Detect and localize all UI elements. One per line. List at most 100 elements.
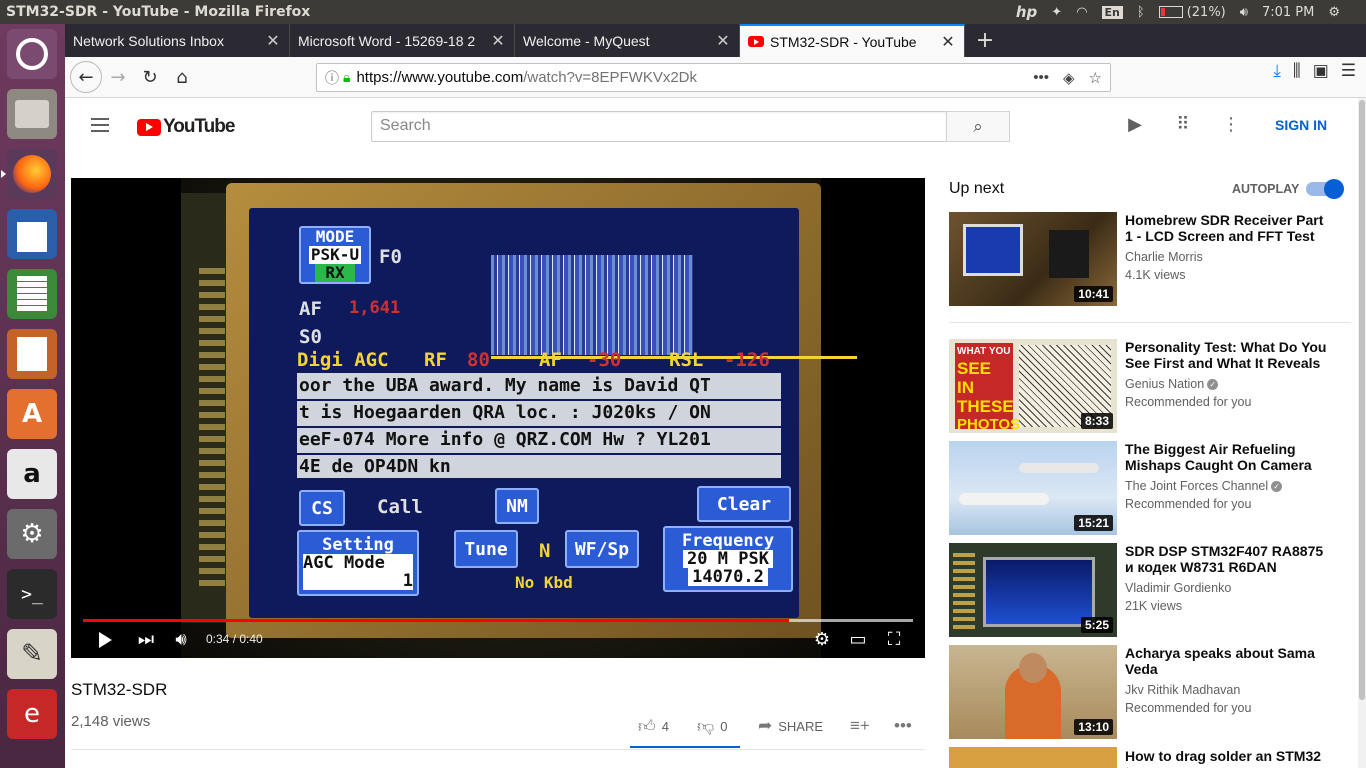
share-button[interactable]: ➦ SHARE: [758, 716, 823, 736]
video-title[interactable]: SDR DSP STM32F407 RA8875 и кодек W8731 R…: [1125, 543, 1335, 575]
dislike-button[interactable]: 👎︎ 0: [697, 716, 728, 737]
download-icon[interactable]: ⤓: [1273, 61, 1281, 81]
power-gear-icon[interactable]: ⚙: [1328, 5, 1340, 20]
video-thumbnail[interactable]: 15:21: [949, 441, 1117, 535]
library-icon[interactable]: ⫼: [1293, 61, 1301, 81]
youtube-logo[interactable]: YouTube: [137, 116, 235, 138]
close-tab-icon[interactable]: ✕: [715, 31, 731, 51]
close-tab-icon[interactable]: ✕: [265, 31, 281, 51]
video-meta: Recommended for you: [1125, 701, 1252, 715]
video-thumbnail[interactable]: WHAT YOU SEE IN THESE PHOTOS 8:33: [949, 339, 1117, 433]
keyboard-language-indicator[interactable]: En: [1101, 5, 1123, 19]
app-icon[interactable]: e: [7, 689, 57, 739]
video-duration: 5:25: [1080, 617, 1113, 633]
lcd-decoded-text-box: oor the UBA award. My name is David QT t…: [297, 373, 781, 478]
volume-icon[interactable]: 🔊︎: [168, 629, 194, 650]
libreoffice-impress-icon[interactable]: [7, 329, 57, 379]
tab-myquest[interactable]: Welcome - MyQuest ✕: [515, 24, 740, 57]
home-icon[interactable]: ⌂: [166, 61, 198, 93]
play-icon[interactable]: [99, 632, 112, 648]
sidebar-toggle-icon[interactable]: ▣: [1313, 61, 1329, 81]
pocket-icon[interactable]: ◈: [1063, 69, 1075, 87]
close-tab-icon[interactable]: ✕: [940, 32, 956, 52]
search-input[interactable]: Search: [371, 111, 947, 142]
video-title[interactable]: Homebrew SDR Receiver Part 1 - LCD Scree…: [1125, 212, 1335, 244]
site-info-icon[interactable]: ⓘ: [325, 68, 339, 88]
search-button[interactable]: ⌕: [946, 111, 1010, 142]
bookmark-star-icon[interactable]: ☆: [1089, 69, 1102, 87]
like-button[interactable]: 👍︎ 4: [638, 716, 669, 737]
hp-icon[interactable]: hp: [1016, 3, 1037, 21]
up-next-video[interactable]: 13:10 Acharya speaks about Sama Veda Jkv…: [949, 645, 1359, 739]
tab-youtube[interactable]: STM32-SDR - YouTube ✕: [740, 24, 965, 57]
tab-network-solutions[interactable]: Network Solutions Inbox ✕: [65, 24, 290, 57]
like-count: 4: [661, 719, 669, 734]
bluetooth-icon[interactable]: ᛒ: [1137, 5, 1145, 20]
new-tab-plus-icon[interactable]: +: [965, 24, 1005, 57]
channel-name[interactable]: Vladimir Gordienko: [1125, 581, 1231, 595]
thumbnail-board-image: [1049, 230, 1089, 278]
video-title[interactable]: The Biggest Air Refueling Mishaps Caught…: [1125, 441, 1335, 473]
video-progress-bar[interactable]: [83, 619, 913, 622]
reload-icon[interactable]: ↻: [134, 61, 166, 93]
next-video-icon[interactable]: ⏭︎: [133, 629, 159, 650]
video-thumbnail[interactable]: 5:25: [949, 543, 1117, 637]
autoplay-toggle[interactable]: [1306, 179, 1344, 199]
ubuntu-dash-icon[interactable]: [7, 29, 57, 79]
up-next-video[interactable]: WHAT YOU SEE IN THESE PHOTOS 8:33 Person…: [949, 339, 1359, 433]
video-thumbnail[interactable]: 10:41: [949, 212, 1117, 306]
page-actions-ellipsis-icon[interactable]: •••: [1033, 69, 1049, 87]
apps-grid-icon[interactable]: ⠿: [1171, 114, 1195, 135]
channel-name[interactable]: The Joint Forces Channel ✓: [1125, 479, 1283, 493]
theater-mode-icon[interactable]: ▭: [845, 629, 871, 650]
up-next-video[interactable]: How to drag solder an STM32 to: [949, 747, 1359, 768]
channel-name[interactable]: Jkv Rithik Madhavan: [1125, 683, 1240, 697]
software-center-icon[interactable]: A: [7, 389, 57, 439]
lcd-frequency-label: Frequency: [681, 531, 775, 551]
url-bar[interactable]: ⓘ 🔒︎ https://www.youtube.com/watch?v=8EP…: [316, 63, 1111, 92]
add-to-playlist-button[interactable]: ≡+: [850, 716, 870, 736]
up-next-video[interactable]: 15:21 The Biggest Air Refueling Mishaps …: [949, 441, 1359, 535]
thumbnail-speaker-face: [1019, 653, 1047, 683]
dropbox-icon[interactable]: ✦: [1051, 5, 1062, 20]
channel-name[interactable]: Genius Nation ✓: [1125, 377, 1219, 391]
lcd-text-line: eeF-074 More info @ QRZ.COM Hw ? YL201: [299, 429, 711, 450]
more-actions-button[interactable]: •••: [894, 716, 912, 736]
back-arrow-icon[interactable]: ←: [70, 61, 102, 93]
up-next-video[interactable]: 10:41 Homebrew SDR Receiver Part 1 - LCD…: [949, 212, 1359, 306]
url-host: https://www.youtube.com: [356, 69, 524, 86]
lcd-text-separator: [297, 426, 781, 428]
files-icon[interactable]: [7, 89, 57, 139]
clock[interactable]: 7:01 PM: [1262, 5, 1314, 20]
fullscreen-icon[interactable]: ⛶: [881, 629, 907, 650]
sign-in-button[interactable]: SIGN IN: [1275, 117, 1327, 133]
channel-name[interactable]: Charlie Morris: [1125, 250, 1203, 264]
settings-more-icon[interactable]: ⋮: [1219, 114, 1243, 135]
page-scrollbar-thumb[interactable]: [1359, 100, 1365, 700]
lcd-screen: MODE PSK-U RX F0 AF 1,641 S0 Digi AGC RF…: [249, 208, 857, 618]
close-tab-icon[interactable]: ✕: [490, 31, 506, 51]
forward-arrow-icon[interactable]: →: [102, 61, 134, 93]
libreoffice-calc-icon[interactable]: [7, 269, 57, 319]
menu-hamburger-icon[interactable]: ☰: [1341, 61, 1356, 81]
video-thumbnail[interactable]: 13:10: [949, 645, 1117, 739]
text-editor-icon[interactable]: ✎: [7, 629, 57, 679]
video-thumbnail[interactable]: [949, 747, 1117, 768]
volume-icon[interactable]: 🔊︎: [1240, 5, 1248, 20]
create-video-icon[interactable]: ▶︎: [1123, 114, 1147, 135]
libreoffice-writer-icon[interactable]: [7, 209, 57, 259]
system-settings-icon[interactable]: ⚙: [7, 509, 57, 559]
guide-menu-icon[interactable]: [91, 118, 109, 132]
video-player[interactable]: MODE PSK-U RX F0 AF 1,641 S0 Digi AGC RF…: [71, 178, 925, 658]
up-next-video[interactable]: 5:25 SDR DSP STM32F407 RA8875 и кодек W8…: [949, 543, 1359, 637]
video-title[interactable]: Acharya speaks about Sama Veda: [1125, 645, 1335, 677]
wifi-icon[interactable]: ◠: [1076, 5, 1087, 20]
settings-gear-icon[interactable]: ⚙: [809, 629, 835, 650]
tab-microsoft-word[interactable]: Microsoft Word - 15269-18 2 ✕: [290, 24, 515, 57]
terminal-icon[interactable]: >_: [7, 569, 57, 619]
firefox-icon[interactable]: [1, 149, 57, 199]
video-title[interactable]: How to drag solder an STM32 to: [1125, 748, 1335, 768]
battery-indicator[interactable]: (21%): [1158, 5, 1226, 20]
amazon-icon[interactable]: a: [7, 449, 57, 499]
video-title[interactable]: Personality Test: What Do You See First …: [1125, 339, 1335, 371]
